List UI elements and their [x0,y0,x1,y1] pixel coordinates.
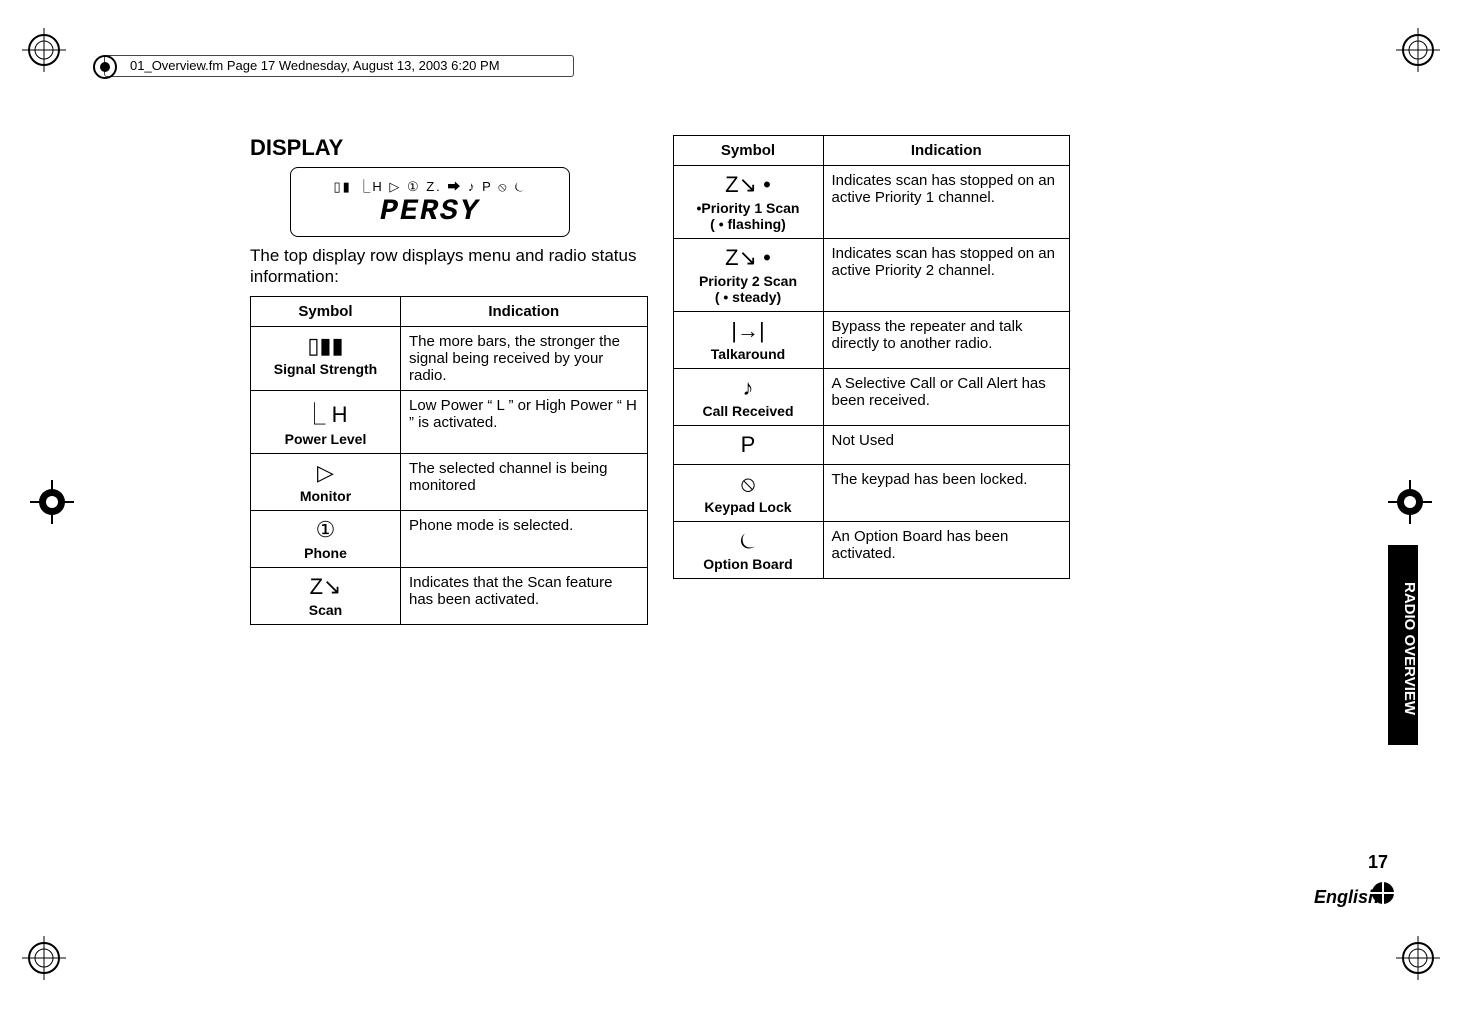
symbol-icon: ⎿ H [259,397,392,429]
reg-mark-icon [1388,480,1432,529]
symbol-label: Monitor [259,488,392,504]
symbol-cell: ① Phone [251,510,401,567]
th-symbol: Symbol [251,296,401,326]
symbol-cell: ▯▮▮ Signal Strength [251,326,401,390]
table-row: ♪ Call Received A Selective Call or Call A… [673,369,1070,426]
symbol-label: Signal Strength [259,361,392,377]
right-column: Symbol Indication Z↘ ••Priority 1 Scan (… [673,135,1071,625]
symbol-icon: Z↘ • [682,172,815,198]
symbol-icon: |→| [682,318,815,344]
symbol-icon: ⏾ [682,528,815,554]
reg-mark-icon [1396,936,1440,985]
indication-cell: The keypad has been locked. [823,465,1070,522]
symbol-cell: ⎿ H Power Level [251,390,401,453]
symbol-label: Power Level [259,431,392,447]
table-row: ▯▮▮ Signal Strength The more bars, the str… [251,326,648,390]
table-row: P Not Used [673,426,1070,465]
symbol-cell: ♪ Call Received [673,369,823,426]
table-row: ⦸ Keypad Lock The keypad has been locked. [673,465,1070,522]
symbol-icon: Z↘ • [682,245,815,271]
reg-mark-icon [30,480,74,529]
indication-cell: The selected channel is being monitored [401,453,648,510]
display-intro: The top display row displays menu and ra… [250,245,648,288]
symbol-label: Talkaround [682,346,815,362]
lcd-icon-row: ▯▮ ⎿H ▷ ① Z. ⮕ ♪ P ⦸ ⏾ [333,176,526,195]
symbol-cell: ▷ Monitor [251,453,401,510]
binder-icon [1368,878,1398,913]
symbol-cell: ⦸ Keypad Lock [673,465,823,522]
reg-mark-icon [22,28,66,77]
binder-icon [90,52,120,87]
symbol-cell: Z↘ •Priority 2 Scan ( • steady) [673,239,823,312]
page-number: 17 [1368,852,1388,873]
indication-cell: The more bars, the stronger the signal b… [401,326,648,390]
table-row: Z↘ ••Priority 1 Scan ( • flashing)Indica… [673,166,1070,239]
indication-cell: Not Used [823,426,1070,465]
page-content: DISPLAY ▯▮ ⎿H ▷ ① Z. ⮕ ♪ P ⦸ ⏾ PERSY The… [250,135,1070,625]
symbol-label: Keypad Lock [682,499,815,515]
th-indication: Indication [401,296,648,326]
section-tab: RADIO OVERVIEW [1388,545,1418,745]
symbol-cell: ⏾ Option Board [673,522,823,579]
table-row: ① Phone Phone mode is selected. [251,510,648,567]
indication-cell: A Selective Call or Call Alert has been … [823,369,1070,426]
symbol-label: •Priority 1 Scan ( • flashing) [682,200,815,232]
indication-cell: Low Power “ L ” or High Power “ H ” is a… [401,390,648,453]
symbol-cell: Z↘ ••Priority 1 Scan ( • flashing) [673,166,823,239]
symbol-table-left: Symbol Indication ▯▮▮ Signal Strength The … [250,296,648,625]
symbol-cell: P [673,426,823,465]
table-row: Z↘ •Priority 2 Scan ( • steady)Indicates… [673,239,1070,312]
symbol-icon: ① [259,517,392,543]
symbol-icon: ♪ [682,375,815,401]
symbol-icon: ⦸ [682,471,815,497]
symbol-label: Option Board [682,556,815,572]
table-row: ⏾ Option Board An Option Board has been ac… [673,522,1070,579]
lcd-text: PERSY [380,195,480,229]
left-column: DISPLAY ▯▮ ⎿H ▷ ① Z. ⮕ ♪ P ⦸ ⏾ PERSY The… [250,135,648,625]
reg-mark-icon [1396,28,1440,77]
reg-mark-icon [22,936,66,985]
table-row: ⎿ H Power Level Low Power “ L ” or High Po… [251,390,648,453]
indication-cell: Indicates scan has stopped on an active … [823,239,1070,312]
display-heading: DISPLAY [250,135,648,161]
indication-cell: Bypass the repeater and talk directly to… [823,312,1070,369]
symbol-cell: Z↘ Scan [251,567,401,624]
indication-cell: Indicates that the Scan feature has been… [401,567,648,624]
indication-cell: Phone mode is selected. [401,510,648,567]
symbol-label: Priority 2 Scan ( • steady) [682,273,815,305]
symbol-table-right: Symbol Indication Z↘ ••Priority 1 Scan (… [673,135,1071,579]
symbol-label: Call Received [682,403,815,419]
lcd-mockup: ▯▮ ⎿H ▷ ① Z. ⮕ ♪ P ⦸ ⏾ PERSY [290,167,570,237]
symbol-icon: ▷ [259,460,392,486]
symbol-label: Scan [259,602,392,618]
table-row: |→| Talkaround Bypass the repeater and tal… [673,312,1070,369]
table-row: ▷ Monitor The selected channel is being mo… [251,453,648,510]
symbol-cell: |→| Talkaround [673,312,823,369]
indication-cell: An Option Board has been activated. [823,522,1070,579]
table-row: Z↘ Scan Indicates that the Scan feature ha… [251,567,648,624]
symbol-icon: Z↘ [259,574,392,600]
indication-cell: Indicates scan has stopped on an active … [823,166,1070,239]
symbol-icon: ▯▮▮ [259,333,392,359]
framemaker-file-info: 01_Overview.fm Page 17 Wednesday, August… [130,58,500,73]
th-indication: Indication [823,136,1070,166]
symbol-label: Phone [259,545,392,561]
th-symbol: Symbol [673,136,823,166]
symbol-icon: P [682,432,815,458]
